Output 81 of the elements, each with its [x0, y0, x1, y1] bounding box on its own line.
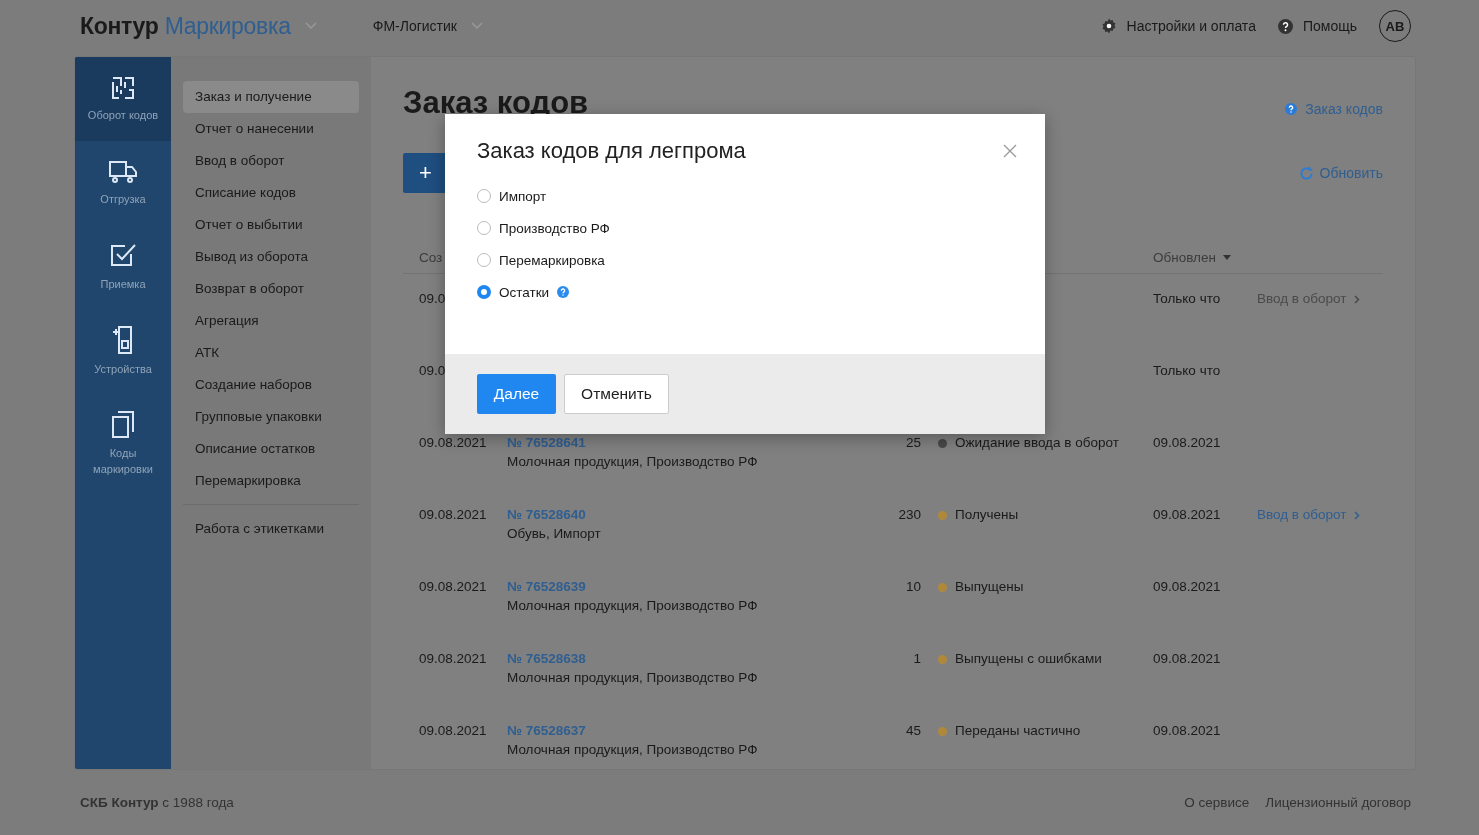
help-icon [1277, 18, 1293, 34]
table-cell: Обувь, Импорт [507, 526, 601, 541]
copy-icon [111, 409, 135, 439]
scanner-icon [111, 325, 135, 355]
table-cell-text: 09.08.2021 [1153, 579, 1221, 596]
help-link[interactable]: Помощь [1302, 18, 1357, 34]
table-cell: Молочная продукция, Производство РФ [507, 742, 758, 757]
radio-label[interactable]: Импорт [499, 188, 547, 204]
table-cell-text: 09.0 [419, 363, 446, 380]
submenu-item[interactable]: Ввод в оборот [183, 145, 359, 177]
radio-label[interactable]: Остатки [499, 284, 550, 300]
table-cell-text: 09.08.2021 [1153, 507, 1221, 524]
table-cell-text: 09.08.2021 [1153, 723, 1221, 740]
table-cell-text: Только что [1153, 363, 1221, 380]
settings-icon [1100, 18, 1117, 34]
status-text: Выпущены [955, 579, 1024, 594]
status-text: Ожидание ввода в оборот [955, 435, 1119, 450]
table-cell: Молочная продукция, Производство РФ [507, 454, 758, 469]
table-cell: 10 [905, 579, 921, 594]
submenu-item[interactable]: Описание остатков [183, 433, 359, 465]
column-header[interactable]: Обновлен [1153, 250, 1216, 265]
table-cell-text: 09.08.2021 [419, 435, 487, 452]
table-cell: 1 [913, 651, 921, 666]
table-cell-text: 09.08.2021 [1153, 435, 1221, 452]
refresh-icon [1298, 165, 1314, 181]
submenu-item[interactable]: Отчет о выбытии [183, 209, 359, 241]
chevron-down-icon [470, 22, 483, 30]
footer-link[interactable]: О сервисе [1184, 794, 1250, 810]
nav-item[interactable]: Отгрузка [75, 141, 171, 225]
submenu-item[interactable]: АТК [183, 337, 359, 369]
truck-icon [108, 159, 138, 185]
status-text: Получены [955, 507, 1019, 522]
page-title: Заказ кодов [403, 85, 589, 121]
table-cell-text: 09.08.2021 [419, 723, 487, 740]
nav-item[interactable]: Коды маркировки [75, 393, 171, 493]
table-cell-text: 09.08.2021 [419, 579, 487, 596]
status-text: Выпущены с ошибками [955, 651, 1102, 666]
chevron-right-icon [1354, 511, 1361, 520]
column-header[interactable]: Соз [419, 250, 443, 265]
qr-code-icon [110, 75, 136, 101]
submenu-item[interactable]: Создание наборов [183, 369, 359, 401]
radio-label[interactable]: Перемаркировка [499, 252, 605, 268]
settings-link[interactable]: Настройки и оплата [1126, 18, 1256, 34]
table-cell: 25 [905, 435, 921, 450]
copyright-text: СКБ Контур с 1988 года [80, 794, 234, 810]
close-icon[interactable] [1003, 144, 1017, 158]
next-button[interactable]: Далее [477, 374, 556, 414]
chevron-down-icon [304, 22, 317, 30]
table-cell-text: 09.0 [419, 291, 446, 308]
table-cell: Молочная продукция, Производство РФ [507, 598, 758, 613]
dialog-title: Заказ кодов для легпрома [477, 138, 746, 164]
sort-down-icon [1223, 255, 1231, 260]
help-icon[interactable] [557, 286, 570, 298]
nav-item[interactable]: Оборот кодов [75, 57, 171, 141]
logo[interactable]: Контур Маркировка [80, 12, 291, 40]
cancel-button[interactable]: Отменить [564, 374, 669, 414]
help-icon [1285, 103, 1298, 115]
footer-link[interactable]: Лицензионный договор [1265, 794, 1411, 810]
radio-button[interactable] [477, 285, 491, 299]
organization-dropdown[interactable]: ФМ-Логистик [372, 18, 457, 34]
nav-item[interactable]: Устройства [75, 309, 171, 393]
submenu-item[interactable]: Групповые упаковки [183, 401, 359, 433]
submenu-item[interactable]: Отчет о нанесении [183, 113, 359, 145]
submenu-item[interactable]: Заказ и получение [183, 81, 359, 113]
status-text: Переданы частично [955, 723, 1081, 738]
table-cell-text: 09.08.2021 [1153, 651, 1221, 668]
table-cell: 230 [898, 507, 921, 522]
submenu-item[interactable]: Списание кодов [183, 177, 359, 209]
submenu-item[interactable]: Работа с этикетками [183, 513, 359, 545]
table-cell: Молочная продукция, Производство РФ [507, 670, 758, 685]
submenu-item[interactable]: Возврат в оборот [183, 273, 359, 305]
nav-item[interactable]: Приемка [75, 225, 171, 309]
submenu-item[interactable]: Перемаркировка [183, 465, 359, 497]
submenu-item[interactable]: Агрегация [183, 305, 359, 337]
radio-label[interactable]: Производство РФ [499, 220, 610, 236]
table-cell-text: Только что [1153, 291, 1221, 308]
chevron-right-icon [1354, 295, 1361, 304]
table-cell-text: 09.08.2021 [419, 651, 487, 668]
submenu-item[interactable]: Вывод из оборота [183, 241, 359, 273]
table-cell-text: 09.08.2021 [419, 507, 487, 524]
table-cell: 45 [905, 723, 921, 738]
